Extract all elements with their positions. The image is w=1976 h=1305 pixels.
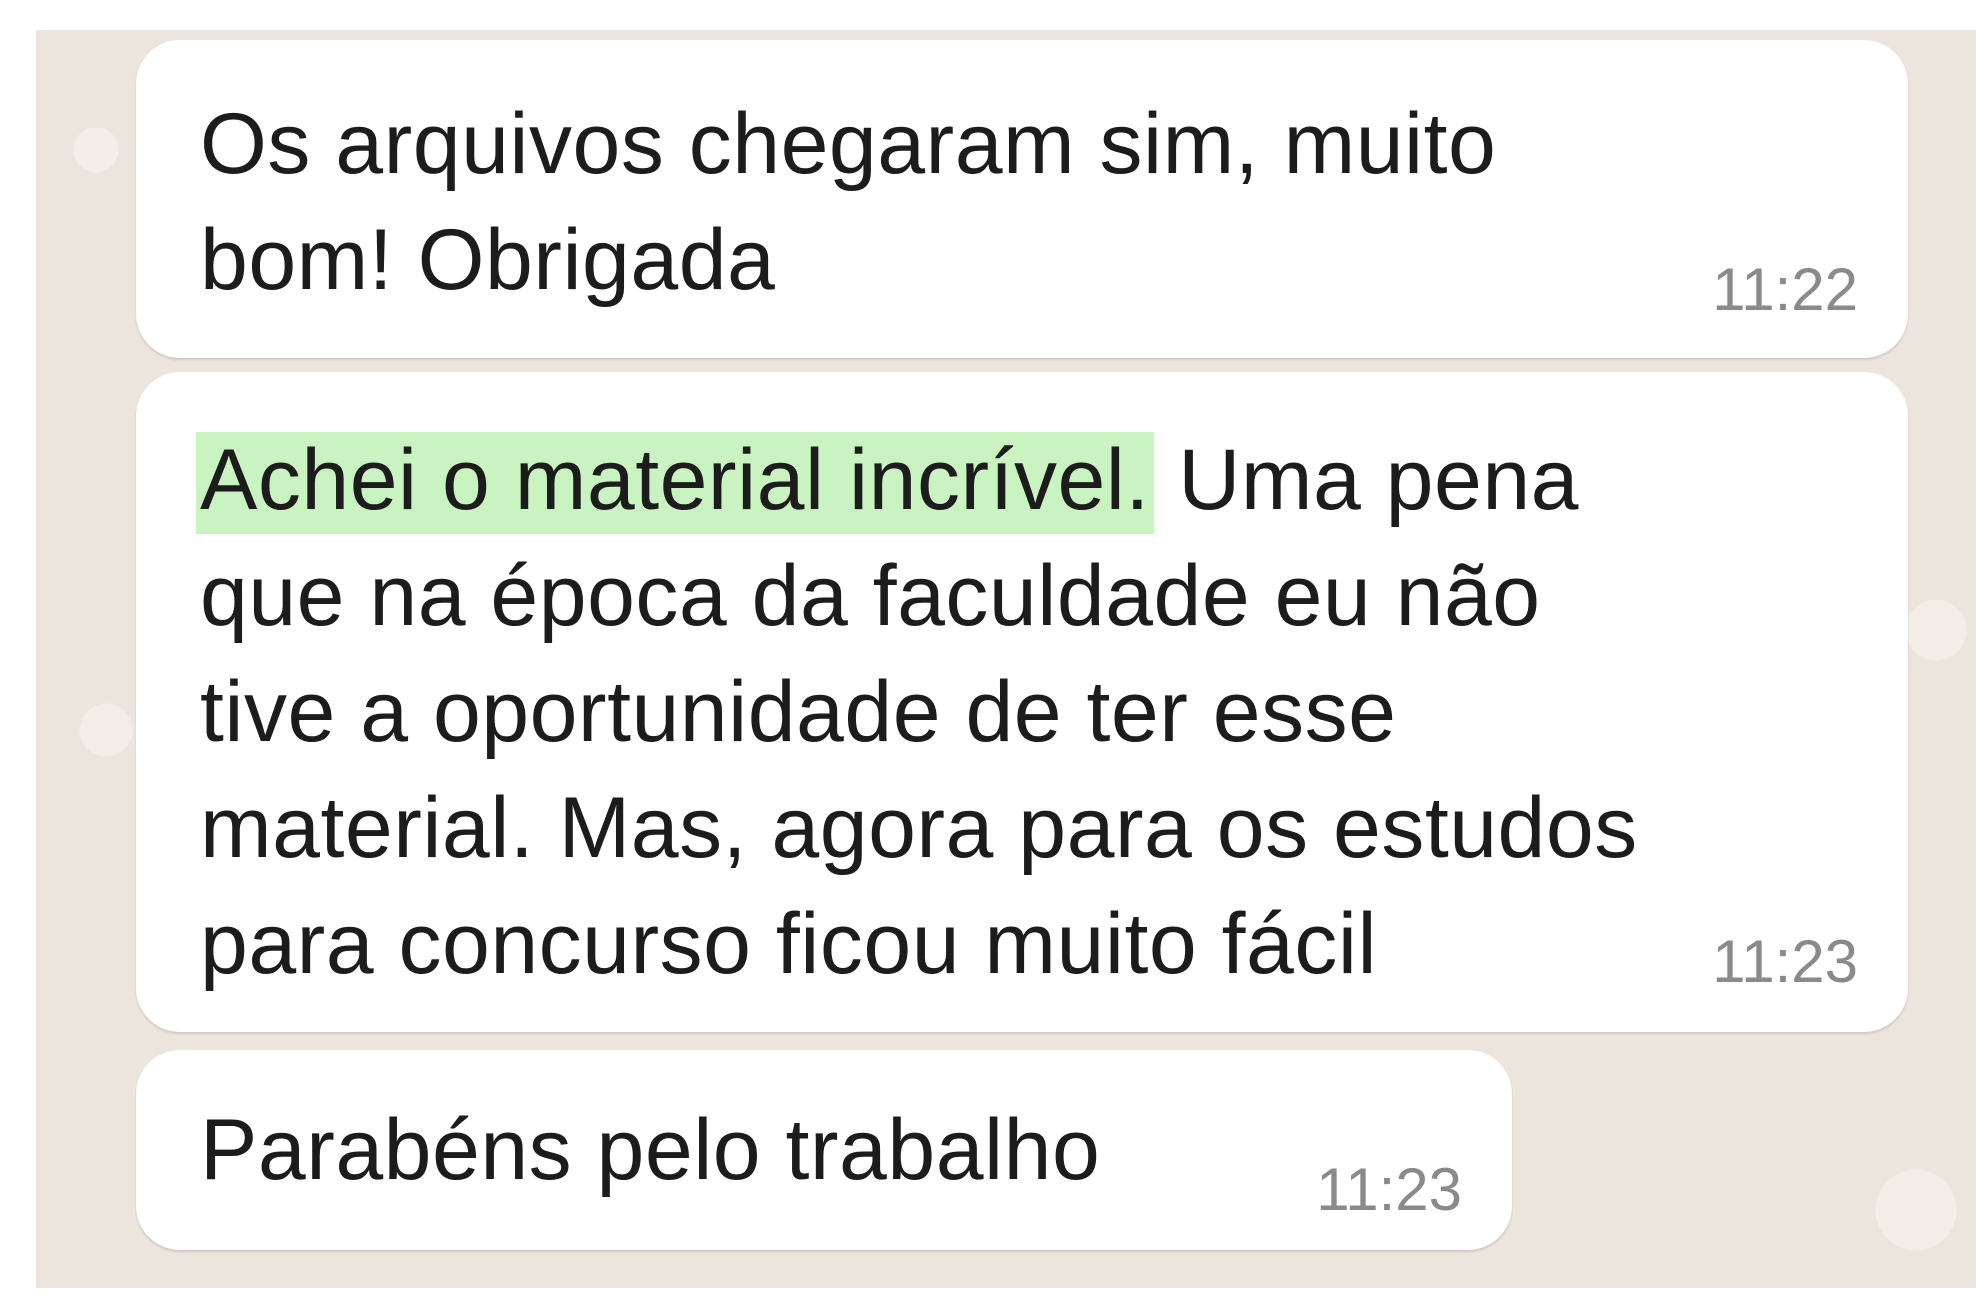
message-timestamp: 11:22 — [1712, 256, 1858, 323]
message-text: Achei o material incrível. Uma pena que … — [196, 422, 1638, 1002]
highlighted-text: Achei o material incrível. — [196, 432, 1154, 534]
message-timestamp: 11:23 — [1712, 928, 1858, 995]
message-bubble[interactable]: Achei o material incrível. Uma pena que … — [136, 372, 1908, 1032]
message-bubble[interactable]: Parabéns pelo trabalho 11:23 — [136, 1050, 1512, 1250]
message-text: Os arquivos chegaram sim, muito bom! Obr… — [200, 96, 1497, 308]
message-text: Parabéns pelo trabalho — [200, 1102, 1101, 1198]
message-bubble[interactable]: Os arquivos chegaram sim, muito bom! Obr… — [136, 40, 1908, 358]
message-timestamp: 11:23 — [1316, 1156, 1462, 1223]
